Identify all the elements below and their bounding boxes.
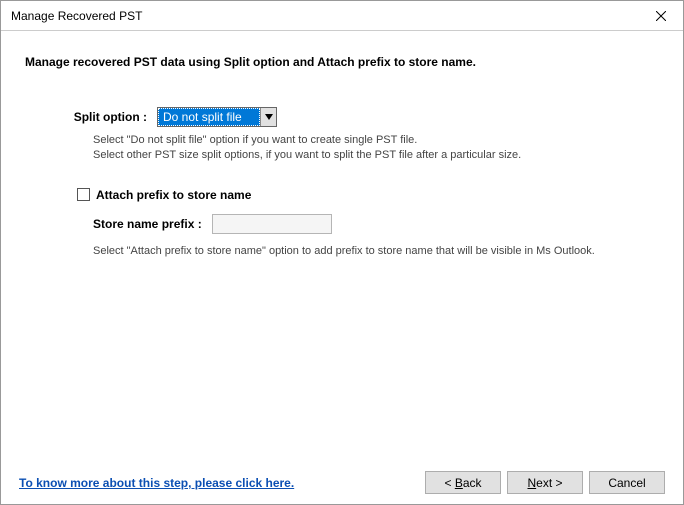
cancel-button-label: Cancel — [608, 476, 645, 490]
store-prefix-label: Store name prefix : — [93, 217, 202, 231]
split-option-label: Split option : — [25, 110, 157, 124]
page-heading: Manage recovered PST data using Split op… — [25, 55, 659, 69]
dropdown-arrow-button[interactable] — [260, 108, 276, 126]
chevron-down-icon — [265, 114, 273, 120]
store-prefix-input[interactable] — [212, 214, 332, 234]
attach-prefix-checkbox[interactable] — [77, 188, 90, 201]
window-title: Manage Recovered PST — [11, 9, 638, 23]
back-button[interactable]: < Back — [425, 471, 501, 494]
split-option-row: Split option : Do not split file — [25, 107, 659, 127]
split-option-dropdown[interactable]: Do not split file — [157, 107, 277, 127]
dialog-content: Manage recovered PST data using Split op… — [1, 31, 683, 504]
attach-prefix-label: Attach prefix to store name — [96, 188, 251, 202]
split-option-hint: Select "Do not split file" option if you… — [93, 133, 659, 164]
cancel-button[interactable]: Cancel — [589, 471, 665, 494]
prefix-checkbox-row: Attach prefix to store name — [77, 188, 659, 202]
dialog-footer: To know more about this step, please cli… — [1, 471, 683, 494]
next-button[interactable]: Next > — [507, 471, 583, 494]
split-hint-line1: Select "Do not split file" option if you… — [93, 133, 659, 148]
close-button[interactable] — [638, 1, 683, 30]
titlebar: Manage Recovered PST — [1, 1, 683, 31]
learn-more-link[interactable]: To know more about this step, please cli… — [19, 476, 294, 490]
store-prefix-row: Store name prefix : — [93, 214, 659, 234]
back-button-label: < Back — [444, 476, 481, 490]
next-button-label: Next > — [527, 476, 562, 490]
split-hint-line2: Select other PST size split options, if … — [93, 148, 659, 163]
close-icon — [656, 11, 666, 21]
split-option-value: Do not split file — [158, 108, 260, 126]
prefix-hint: Select "Attach prefix to store name" opt… — [93, 244, 659, 259]
